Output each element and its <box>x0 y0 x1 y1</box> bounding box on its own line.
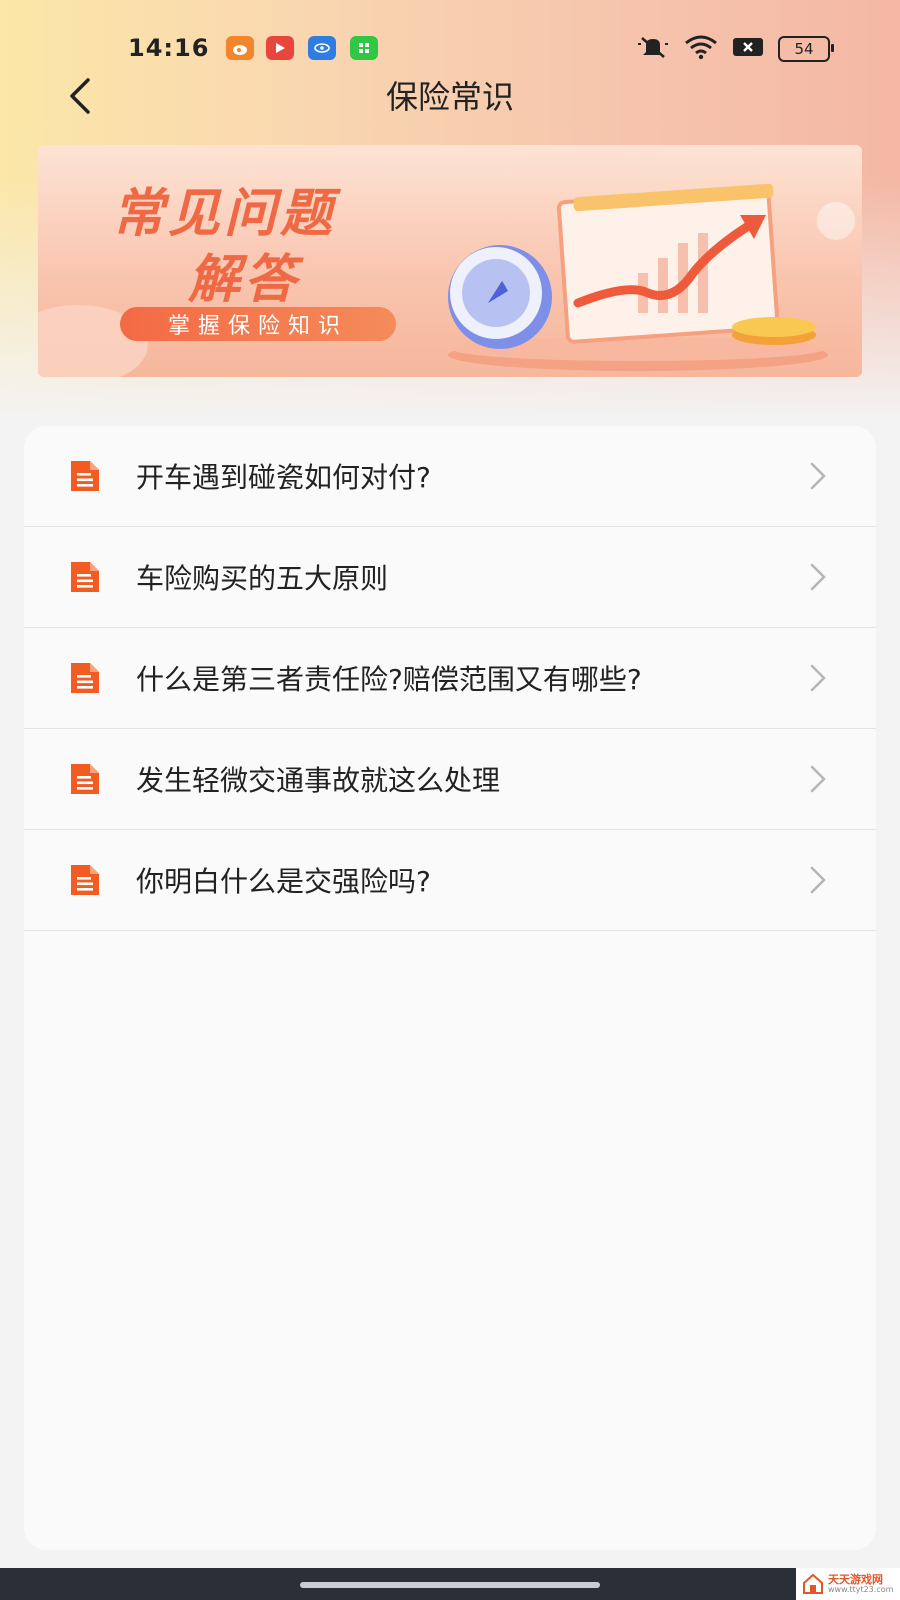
document-icon <box>71 764 99 794</box>
document-icon <box>71 461 99 491</box>
chevron-right-icon <box>810 866 826 894</box>
browser-icon <box>308 36 336 60</box>
status-bar: 14:16 54 <box>0 28 900 68</box>
banner-subtitle-pill: 掌握保险知识 <box>120 307 396 341</box>
sim-off-icon <box>732 36 764 62</box>
chart-illustration <box>448 183 828 371</box>
home-indicator[interactable] <box>300 1582 600 1588</box>
page-title: 保险常识 <box>385 78 514 116</box>
chevron-right-icon <box>810 563 826 591</box>
list-item-label: 什么是第三者责任险?赔偿范围又有哪些? <box>136 663 642 696</box>
watermark-line2: www.ttyt23.com <box>828 1584 894 1594</box>
wifi-icon <box>684 34 718 64</box>
faq-banner[interactable]: 常见问题 解答 掌握保险知识 <box>38 145 862 377</box>
list-item[interactable]: 发生轻微交通事故就这么处理 <box>24 729 876 830</box>
list-item[interactable]: 什么是第三者责任险?赔偿范围又有哪些? <box>24 628 876 729</box>
battery-icon: 54 <box>778 36 834 62</box>
list-item-label: 你明白什么是交强险吗? <box>136 865 431 898</box>
site-watermark: 天天游戏网 www.ttyt23.com <box>796 1568 900 1600</box>
nav-bar: 保险常识 <box>0 68 900 128</box>
watermark-line1: 天天游戏网 <box>828 1572 883 1586</box>
bubble-decoration <box>817 202 855 240</box>
banner-title-line2: 解答 <box>188 250 301 310</box>
list-item-label: 开车遇到碰瓷如何对付? <box>136 461 431 494</box>
weibo-icon <box>226 36 254 60</box>
list-item[interactable]: 你明白什么是交强险吗? <box>24 830 876 931</box>
status-time: 14:16 <box>128 34 210 62</box>
house-logo-icon <box>803 1573 823 1594</box>
faq-list: 开车遇到碰瓷如何对付? 车险购买的五大原则 什么是第三者责任险?赔偿范围又有哪些… <box>24 426 876 931</box>
list-item[interactable]: 车险购买的五大原则 <box>24 527 876 628</box>
chevron-right-icon <box>810 765 826 793</box>
list-item-label: 发生轻微交通事故就这么处理 <box>136 764 501 797</box>
document-icon <box>71 562 99 592</box>
shop-icon <box>350 36 378 60</box>
list-item-label: 车险购买的五大原则 <box>136 562 389 595</box>
mute-icon <box>636 34 670 64</box>
chevron-right-icon <box>810 664 826 692</box>
video-icon <box>266 36 294 60</box>
document-icon <box>71 865 99 895</box>
chevron-right-icon <box>810 462 826 490</box>
list-item[interactable]: 开车遇到碰瓷如何对付? <box>24 426 876 527</box>
faq-card: 开车遇到碰瓷如何对付? 车险购买的五大原则 什么是第三者责任险?赔偿范围又有哪些… <box>24 426 876 1550</box>
system-navigation-bar <box>0 1568 900 1600</box>
banner-title-line1: 常见问题 <box>112 184 337 244</box>
document-icon <box>71 663 99 693</box>
